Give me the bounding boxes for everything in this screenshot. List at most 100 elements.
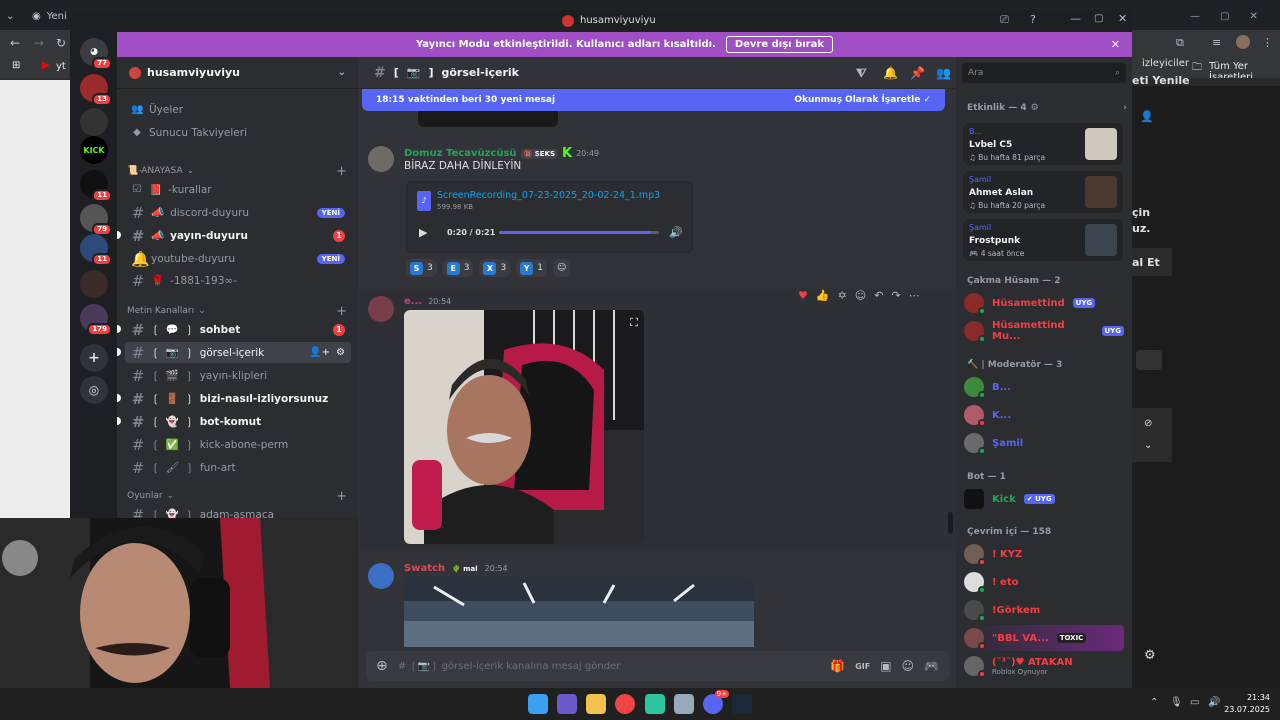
explore-icon[interactable]: ◎ xyxy=(80,376,108,404)
reaction[interactable]: S3 xyxy=(406,259,437,277)
pin-icon[interactable]: 📌 xyxy=(910,66,925,80)
sticker-icon[interactable]: ▣ xyxy=(880,659,891,673)
add-channel-icon[interactable]: + xyxy=(336,164,347,179)
expand-icon[interactable]: ⛶ xyxy=(630,316,638,330)
gif-icon[interactable]: GIF xyxy=(855,662,870,671)
clock-time[interactable]: 21:34 xyxy=(1230,693,1270,702)
channel-discord-duyuru[interactable]: # 📣 discord-duyuru YENİ xyxy=(125,202,351,223)
channel-gorsel-icerik[interactable]: # ❲ 📷 ❳ görsel-içerik 👤+ ⚙ xyxy=(125,342,351,363)
reload-icon[interactable]: ↻ xyxy=(56,36,66,50)
mark-as-read-button[interactable]: Okunmuş Olarak İşaretle ✓ xyxy=(794,95,931,105)
close-icon[interactable]: ✕ xyxy=(1249,11,1257,22)
server-icon[interactable]: 13 xyxy=(80,74,112,106)
close-icon[interactable]: ✕ xyxy=(1118,12,1127,25)
add-channel-icon[interactable]: + xyxy=(336,489,347,504)
member-item[interactable]: B... xyxy=(964,374,1124,400)
tab-search-button[interactable]: ⌄ xyxy=(6,6,14,26)
avatar[interactable] xyxy=(368,563,394,589)
category-oyunlar[interactable]: Oyunlar ⌄ + xyxy=(127,488,347,504)
more-icon[interactable]: ⋯ xyxy=(909,289,920,302)
reaction[interactable]: X3 xyxy=(479,259,511,277)
add-attachment-icon[interactable]: ⊕ xyxy=(376,658,388,674)
play-icon[interactable]: ▶ xyxy=(419,226,427,239)
member-item[interactable]: Şamil xyxy=(964,430,1124,456)
message-composer[interactable]: ⊕ # ❲📷❳ görsel-içerik kanalına mesaj gön… xyxy=(366,651,949,681)
member-item[interactable]: "BBL VA... TOXIC xyxy=(964,625,1124,651)
heart-reaction-icon[interactable]: ♥ xyxy=(798,289,808,302)
forward-icon[interactable]: → xyxy=(34,36,44,50)
back-icon[interactable]: ← xyxy=(10,36,20,50)
author-name[interactable]: Swatch xyxy=(404,563,445,574)
member-item[interactable]: Hüsamettind UYG xyxy=(964,290,1124,316)
apps-icon[interactable]: ⊞ xyxy=(12,60,20,71)
apps-icon[interactable]: 🎮 xyxy=(924,659,939,673)
reaction[interactable]: E3 xyxy=(442,259,474,277)
invite-icon[interactable]: 👤+ xyxy=(309,347,330,358)
server-folder[interactable]: 179 xyxy=(80,304,112,336)
channel-fun-art[interactable]: # ❲ 🖌 ❳ fun-art xyxy=(125,457,351,478)
member-item[interactable]: Hüsamettind Mu... UYG xyxy=(964,318,1124,344)
maximize-icon[interactable]: ▢ xyxy=(1220,11,1229,22)
server-boosts-link[interactable]: ◆ Sunucu Takviyeleri xyxy=(125,122,351,143)
maximize-icon[interactable]: ▢ xyxy=(1094,13,1103,24)
previous-image[interactable] xyxy=(418,111,558,127)
menu-icon[interactable]: ≡ xyxy=(1212,36,1221,49)
member-item[interactable]: K... xyxy=(964,402,1124,428)
steam-icon[interactable] xyxy=(732,694,752,714)
members-link[interactable]: 👥 Üyeler xyxy=(125,99,351,120)
server-folder[interactable]: 11 xyxy=(80,234,112,266)
gift-icon[interactable]: 🎁 xyxy=(830,659,845,673)
scrollbar-thumb[interactable] xyxy=(948,512,953,534)
add-channel-icon[interactable]: + xyxy=(336,304,347,319)
volume-icon[interactable]: 🔊 xyxy=(669,226,683,239)
more-icon[interactable]: ⋮ xyxy=(1262,36,1273,49)
member-list-icon[interactable]: 👥 xyxy=(936,66,951,80)
avatar[interactable] xyxy=(368,146,394,172)
forward-icon[interactable]: ↷ xyxy=(891,289,900,302)
server-icon[interactable]: 11 xyxy=(80,170,112,202)
close-icon[interactable]: ✕ xyxy=(1111,38,1120,51)
author-name[interactable]: Domuz Tecavüzcüsü xyxy=(404,148,517,159)
server-icon[interactable]: 79 xyxy=(80,204,112,236)
thumbs-up-icon[interactable]: 👍 xyxy=(816,289,830,302)
settings-gear-icon[interactable]: ⚙ xyxy=(1144,648,1156,663)
mute-icon[interactable]: ⊘ xyxy=(1144,418,1152,429)
member-item[interactable]: ! KYZ xyxy=(964,541,1124,567)
notification-bell-icon[interactable]: 🔔 xyxy=(883,66,898,80)
add-server-icon[interactable]: + xyxy=(80,344,108,372)
user-icon[interactable]: 👤 xyxy=(1140,110,1154,123)
reaction[interactable]: Y1 xyxy=(516,259,547,277)
help-icon[interactable]: ? xyxy=(1030,13,1036,26)
network-icon[interactable]: ▭ xyxy=(1190,697,1199,708)
chrome-icon[interactable] xyxy=(615,694,635,714)
copilot-icon[interactable] xyxy=(557,694,577,714)
image-attachment[interactable]: ⛶ xyxy=(404,310,644,544)
audio-progress[interactable] xyxy=(499,231,659,234)
microphone-icon[interactable]: 🎙 xyxy=(1170,697,1183,708)
author-name[interactable]: e... xyxy=(404,296,422,307)
channel-bot-komut[interactable]: # ❲ 👻 ❳ bot-komut xyxy=(125,411,351,432)
reply-icon[interactable]: ↶ xyxy=(874,289,883,302)
activity-card[interactable]: Şamil Ahmet Aslan ♫ Bu hafta 20 parça xyxy=(963,171,1123,213)
server-header[interactable]: husamviyuviyu ⌄ xyxy=(117,57,358,89)
app-icon[interactable] xyxy=(674,694,694,714)
member-item[interactable]: !Görkem xyxy=(964,597,1124,623)
chevron-down-icon[interactable]: ⌄ xyxy=(1144,440,1152,451)
minimize-icon[interactable]: — xyxy=(1070,12,1081,25)
category-metin-kanallari[interactable]: Metin Kanalları ⌄ + xyxy=(127,303,347,319)
clock-date[interactable]: 23.07.2025 xyxy=(1222,705,1270,714)
chevron-right-icon[interactable]: › xyxy=(1123,103,1127,113)
member-item[interactable]: Kick ✔ UYG xyxy=(964,486,1124,512)
server-icon[interactable] xyxy=(80,270,108,298)
channel-kick-abone-perm[interactable]: # ❲ ✅ ❳ kick-abone-perm xyxy=(125,434,351,455)
discord-taskbar-icon[interactable]: 9+ xyxy=(703,690,729,714)
channel-yayin-duyuru[interactable]: # 📣 yayın-duyuru 1 xyxy=(125,225,351,246)
server-kick[interactable]: KICK xyxy=(80,136,108,164)
emoji-icon[interactable]: ☺ xyxy=(902,659,915,673)
channel-bizi-nasil-izliyorsunuz[interactable]: # ❲ 🚪 ❳ bizi-nasıl-izliyorsunuz xyxy=(125,388,351,409)
inbox-icon[interactable]: ⎚ xyxy=(1000,13,1009,27)
volume-icon[interactable]: 🔊 xyxy=(1208,697,1220,708)
channel-sohbet[interactable]: # ❲ 💬 ❳ sohbet 1 xyxy=(125,319,351,340)
message-input[interactable]: # ❲📷❳ görsel-içerik kanalına mesaj gönde… xyxy=(398,661,820,672)
start-icon[interactable] xyxy=(528,694,548,714)
